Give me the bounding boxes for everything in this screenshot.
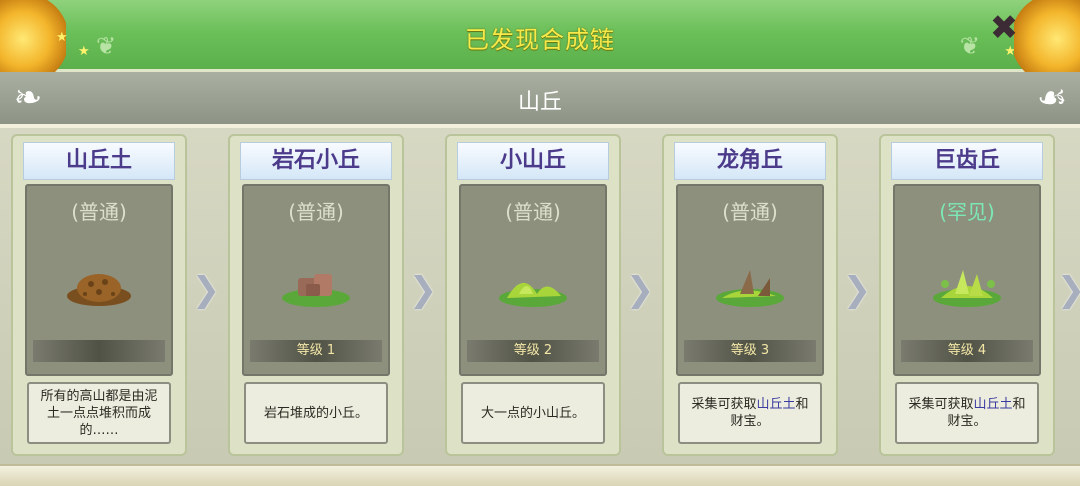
card-title: 山丘土 (23, 142, 175, 180)
vine-ornament-icon: ❦ (959, 32, 980, 60)
dragon-horn-hill-icon (716, 270, 784, 307)
close-button[interactable]: ✖ (986, 10, 1022, 46)
card-description: 采集可获取山丘土和财宝。 (895, 382, 1039, 444)
rarity-label: (普通) (71, 200, 127, 224)
category-title: 山丘 (517, 90, 562, 115)
item-link: 山丘土 (756, 397, 796, 412)
level-bar: 等级 2 (467, 340, 599, 362)
page-title: 已发现合成链 (465, 26, 615, 54)
chevron-right-icon[interactable]: ❯ (1054, 268, 1080, 312)
chain-card[interactable]: 小山丘 (普通) 等级 2 大一点的小山丘。 (445, 134, 621, 456)
card-title: 岩石小丘 (240, 142, 392, 180)
item-link: 山丘土 (973, 397, 1013, 412)
card-title: 龙角丘 (674, 142, 826, 180)
rarity-label: (罕见) (939, 200, 995, 224)
chevron-right-icon: ❯ (191, 270, 221, 310)
card-description: 岩石堆成的小丘。 (244, 382, 388, 444)
card-title: 小山丘 (457, 142, 609, 180)
level-bar (33, 340, 165, 362)
chevron-right-icon: ❯ (625, 270, 655, 310)
rarity-label: (普通) (505, 200, 561, 224)
chain-card[interactable]: 山丘土 (普通) 所有的高山都是由泥土一点点堆积而成的…… (11, 134, 187, 456)
card-body: (罕见) 等级 4 (893, 184, 1041, 376)
chain-card[interactable]: 岩石小丘 (普通) 等级 1 岩石堆成的小丘。 (228, 134, 404, 456)
chain-card[interactable]: 巨齿丘 (罕见) 等级 4 采集可获取山丘土和财宝。 (879, 134, 1055, 456)
swirl-ornament-icon: ☙ (1036, 78, 1068, 118)
card-body: (普通) 等级 2 (459, 184, 607, 376)
level-bar: 等级 4 (901, 340, 1033, 362)
level-bar: 等级 3 (684, 340, 816, 362)
card-body: (普通) 等级 1 (242, 184, 390, 376)
chevron-right-icon: ❯ (842, 270, 872, 310)
chain-card[interactable]: 龙角丘 (普通) 等级 3 采集可获取山丘土和财宝。 (662, 134, 838, 456)
level-bar: 等级 1 (250, 340, 382, 362)
giant-tooth-hill-icon (933, 270, 1001, 307)
header-banner: ★ ★ ❦ 已发现合成链 ❦ ★ ✖ (0, 0, 1080, 82)
small-hill-icon (499, 282, 567, 307)
merge-chain-list: 山丘土 (普通) 所有的高山都是由泥土一点点堆积而成的…… ❯ 岩石小丘 (普通… (0, 128, 1080, 486)
gold-flower-ornament-icon (1014, 0, 1080, 82)
rarity-label: (普通) (722, 200, 778, 224)
card-description: 采集可获取山丘土和财宝。 (678, 382, 822, 444)
rarity-label: (普通) (288, 200, 344, 224)
chevron-right-icon: ❯ (408, 270, 438, 310)
card-body: (普通) 等级 3 (676, 184, 824, 376)
card-body: (普通) (25, 184, 173, 376)
card-title: 巨齿丘 (891, 142, 1043, 180)
dirt-pile-icon (67, 274, 131, 306)
category-bar: ❧ 山丘 ☙ (0, 72, 1080, 128)
bottom-frame (0, 464, 1080, 486)
card-description: 大一点的小山丘。 (461, 382, 605, 444)
rocky-hill-icon (282, 274, 350, 307)
card-description: 所有的高山都是由泥土一点点堆积而成的…… (27, 382, 171, 444)
